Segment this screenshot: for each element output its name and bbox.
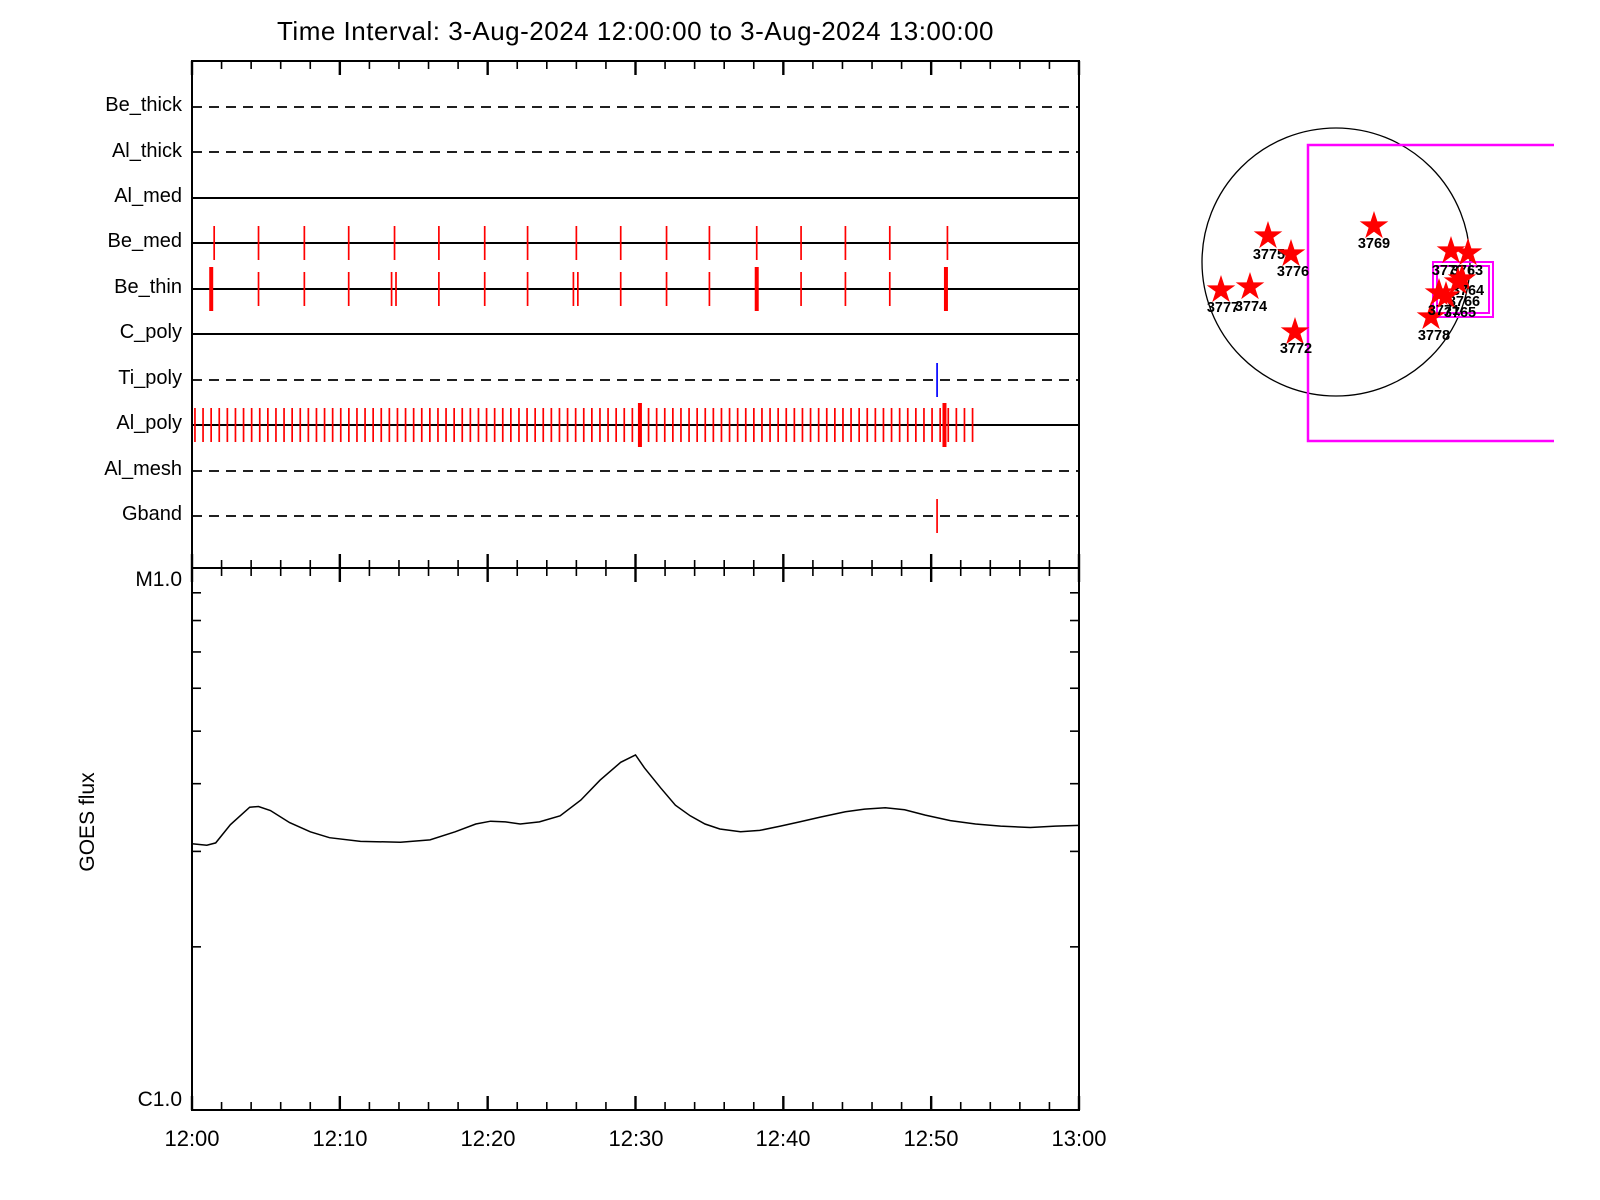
goes-flux-curve xyxy=(191,753,1080,846)
solar-disk-limb xyxy=(1201,127,1471,397)
active-region-star-3769 xyxy=(1359,211,1389,239)
active-region-star-3775 xyxy=(1253,221,1283,249)
active-region-label-3774: 3774 xyxy=(1235,299,1267,315)
active-region-star-3774 xyxy=(1235,272,1265,300)
active-region-label-3776: 3776 xyxy=(1277,264,1309,280)
active-region-label-3778: 3778 xyxy=(1418,328,1450,344)
active-region-label-3769: 3769 xyxy=(1358,236,1390,252)
active-region-label-3765: 3765 xyxy=(1444,305,1476,321)
active-region-label-3772: 3772 xyxy=(1280,341,1312,357)
active-region-star-3777 xyxy=(1206,275,1236,303)
plot-canvas: 3775377637693777377437723778377037633764… xyxy=(190,60,1554,1111)
xrt-goes-observation-summary: Time Interval: 3-Aug-2024 12:00:00 to 3-… xyxy=(0,0,1600,1200)
timeline-panel-border xyxy=(191,60,1080,569)
goes-panel-border xyxy=(191,567,1080,1111)
fov-box-large xyxy=(1306,143,1554,443)
